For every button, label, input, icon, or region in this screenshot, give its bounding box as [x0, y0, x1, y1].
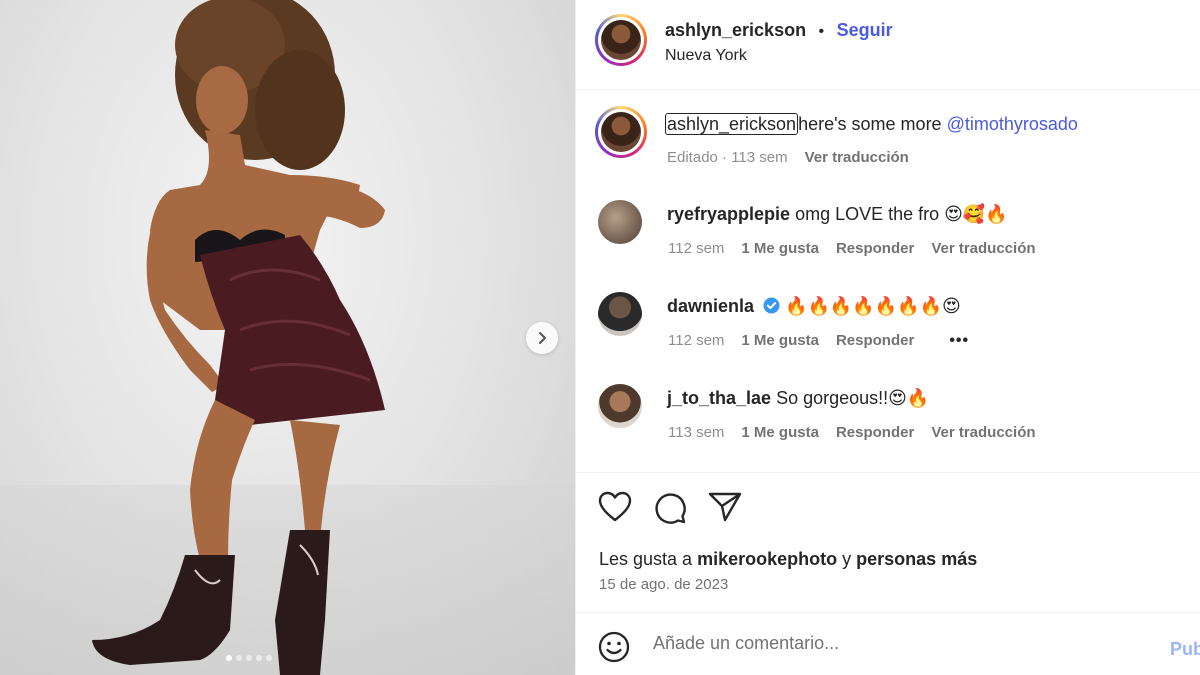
caption-edited: Editado · 113 sem [667, 149, 788, 166]
comment-text: 🔥🔥🔥🔥🔥🔥🔥😍 [785, 296, 961, 316]
translate-link[interactable]: Ver traducción [931, 424, 1035, 441]
more-options-button[interactable]: ••• [949, 332, 969, 350]
post-location[interactable]: Nueva York [665, 47, 747, 65]
post-date: 15 de ago. de 2023 [599, 576, 729, 593]
slide-dot [266, 655, 272, 661]
post-media[interactable] [0, 0, 575, 675]
post-actions: Les gusta a mikerookephoto y personas má… [576, 472, 1200, 612]
comment-text: omg LOVE the fro 😍🥰🔥 [795, 204, 1008, 224]
heart-icon[interactable] [598, 491, 632, 523]
comment-text: So gorgeous!!😍🔥 [776, 388, 930, 408]
post-side-panel: ashlyn_erickson • Seguir Nueva York ashl… [575, 0, 1200, 675]
verified-badge-icon [763, 297, 780, 314]
slide-indicator [226, 655, 272, 661]
commenter-avatar[interactable] [598, 292, 642, 336]
next-slide-button[interactable] [526, 322, 558, 354]
reply-button[interactable]: Responder [836, 424, 914, 441]
publish-button[interactable]: Publicar [1170, 639, 1200, 660]
smiley-icon[interactable] [598, 631, 630, 663]
post-header: ashlyn_erickson • Seguir Nueva York [576, 0, 1200, 90]
separator-dot: • [818, 23, 825, 40]
caption-text: here's some more [798, 114, 942, 134]
slide-dot [236, 655, 242, 661]
commenter-avatar[interactable] [598, 384, 642, 428]
paper-plane-icon[interactable] [708, 491, 742, 523]
caption-mention[interactable]: @timothyrosado [947, 114, 1078, 134]
comment-username[interactable]: j_to_tha_lae [667, 388, 771, 408]
likes-prefix: Les gusta a [599, 549, 693, 569]
post-photo [92, 0, 385, 675]
caption-translate-link[interactable]: Ver traducción [805, 149, 909, 166]
slide-dot [226, 655, 232, 661]
comment-age: 112 sem [668, 332, 725, 349]
reply-button[interactable]: Responder [836, 332, 914, 350]
slide-dot [256, 655, 262, 661]
comments-list[interactable]: ashlyn_erickson here's some more @timothy… [576, 90, 1200, 472]
slide-dot [246, 655, 252, 661]
comment-likes[interactable]: 1 Me gusta [741, 424, 819, 441]
caption-username[interactable]: ashlyn_erickson [665, 113, 799, 135]
likes-user[interactable]: mikerookephoto [697, 549, 837, 569]
likes-summary[interactable]: Les gusta a mikerookephoto y personas má… [599, 549, 977, 570]
comment-username[interactable]: ryefryapplepie [667, 204, 790, 224]
comment-username[interactable]: dawnienla [667, 296, 754, 316]
comment-likes[interactable]: 1 Me gusta [741, 332, 819, 350]
author-avatar[interactable] [595, 14, 647, 66]
follow-button[interactable]: Seguir [837, 20, 893, 40]
comment-input[interactable] [653, 633, 1153, 654]
comment-age: 112 sem [668, 240, 725, 257]
comment-likes[interactable]: 1 Me gusta [741, 240, 819, 257]
reply-button[interactable]: Responder [836, 240, 914, 257]
likes-others[interactable]: personas más [856, 549, 977, 569]
comment-bubble-icon[interactable] [653, 491, 687, 525]
comment-age: 113 sem [668, 424, 725, 441]
caption-avatar[interactable] [595, 106, 647, 158]
author-username[interactable]: ashlyn_erickson [665, 20, 806, 40]
commenter-avatar[interactable] [598, 200, 642, 244]
chevron-right-icon [539, 332, 546, 344]
translate-link[interactable]: Ver traducción [931, 240, 1035, 257]
likes-conj: y [842, 549, 852, 569]
add-comment-bar: Publicar [576, 612, 1200, 675]
